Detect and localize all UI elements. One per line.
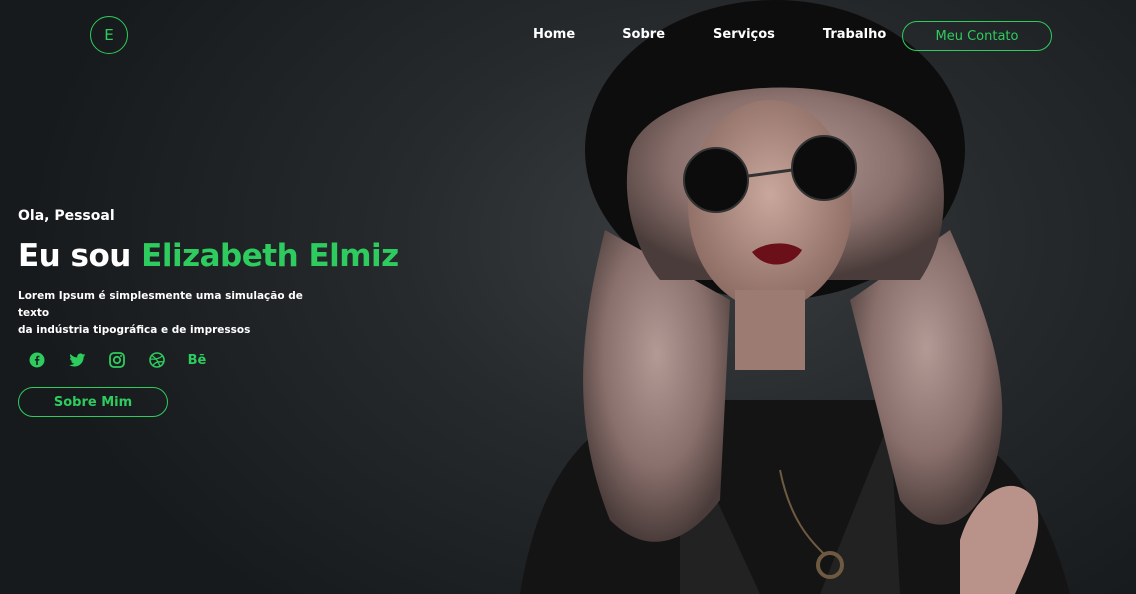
headline-name: Elizabeth Elmiz: [141, 238, 399, 274]
instagram-icon[interactable]: [108, 351, 126, 369]
headline-prefix: Eu sou: [18, 238, 131, 274]
about-me-button[interactable]: Sobre Mim: [18, 387, 168, 417]
social-links: Bē: [28, 351, 399, 369]
main-nav: Home Sobre Serviços Trabalho: [533, 27, 934, 42]
facebook-icon[interactable]: [28, 351, 46, 369]
description-line-2: da indústria tipográfica e de impressos: [18, 324, 251, 336]
logo-letter: E: [104, 26, 114, 44]
twitter-icon[interactable]: [68, 351, 86, 369]
hero-description: Lorem Ipsum é simplesmente uma simulação…: [18, 288, 318, 339]
hero-portrait-image: [430, 0, 1136, 594]
contact-button[interactable]: Meu Contato: [902, 21, 1052, 51]
logo[interactable]: E: [90, 16, 128, 54]
dribbble-icon[interactable]: [148, 351, 166, 369]
nav-item-servicos[interactable]: Serviços: [713, 27, 775, 42]
nav-item-home[interactable]: Home: [533, 27, 575, 42]
nav-item-sobre[interactable]: Sobre: [622, 27, 665, 42]
behance-icon[interactable]: Bē: [188, 351, 207, 369]
hero-greeting: Ola, Pessoal: [18, 208, 115, 224]
nav-item-trabalho[interactable]: Trabalho: [823, 27, 886, 42]
hero-headline: Eu sou Elizabeth Elmiz: [18, 238, 399, 274]
hero-section: Ola, Pessoal Eu sou Elizabeth Elmiz Lore…: [18, 208, 399, 417]
page: E Home Sobre Serviços Trabalho Meu Conta…: [0, 0, 1136, 594]
description-line-1: Lorem Ipsum é simplesmente uma simulação…: [18, 290, 303, 319]
